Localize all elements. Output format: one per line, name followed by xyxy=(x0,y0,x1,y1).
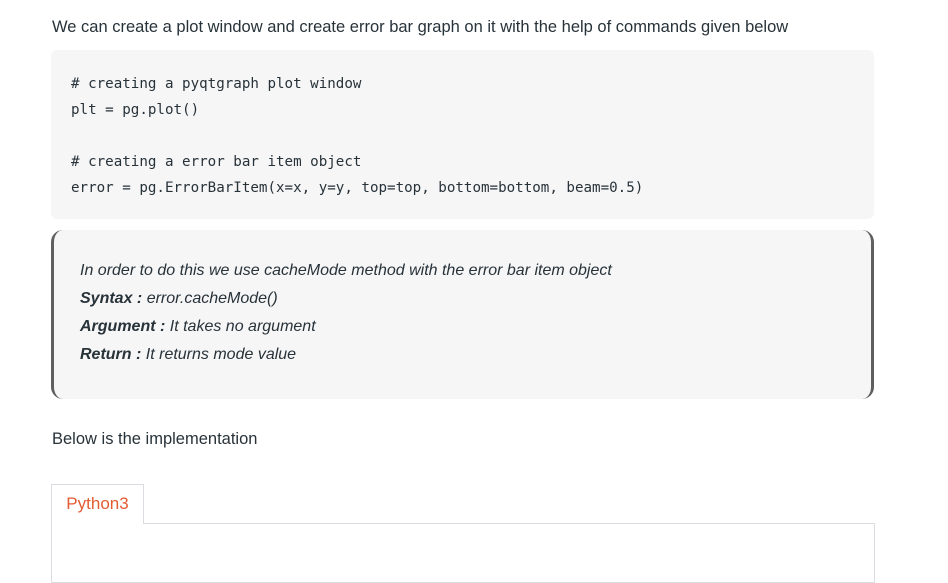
code-line: # creating a pyqtgraph plot window xyxy=(71,76,362,92)
code-line: # creating a error bar item object xyxy=(71,154,362,170)
code-line: error = pg.ErrorBarItem(x=x, y=y, top=to… xyxy=(71,180,644,196)
code-tabs: Python3 xyxy=(51,484,875,524)
code-tab-panel[interactable] xyxy=(51,523,875,583)
return-value: It returns mode value xyxy=(141,346,297,363)
note-description: In order to do this we use cacheMode met… xyxy=(80,262,612,279)
return-label: Return : xyxy=(80,346,142,363)
syntax-label: Syntax : xyxy=(80,290,143,307)
intro-paragraph: We can create a plot window and create e… xyxy=(52,18,789,36)
note-return: Return : It returns mode value xyxy=(80,341,845,369)
syntax-value: error.cacheMode() xyxy=(142,290,278,307)
note-syntax: Syntax : error.cacheMode() xyxy=(80,285,845,313)
note-argument: Argument : It takes no argument xyxy=(80,313,845,341)
method-note-blockquote: In order to do this we use cacheMode met… xyxy=(51,230,874,399)
code-line: plt = pg.plot() xyxy=(71,102,200,118)
argument-label: Argument : xyxy=(80,318,166,335)
code-block[interactable]: # creating a pyqtgraph plot window plt =… xyxy=(51,50,874,219)
tab-python3[interactable]: Python3 xyxy=(51,484,144,524)
argument-value: It takes no argument xyxy=(165,318,316,335)
implementation-heading: Below is the implementation xyxy=(52,430,258,448)
